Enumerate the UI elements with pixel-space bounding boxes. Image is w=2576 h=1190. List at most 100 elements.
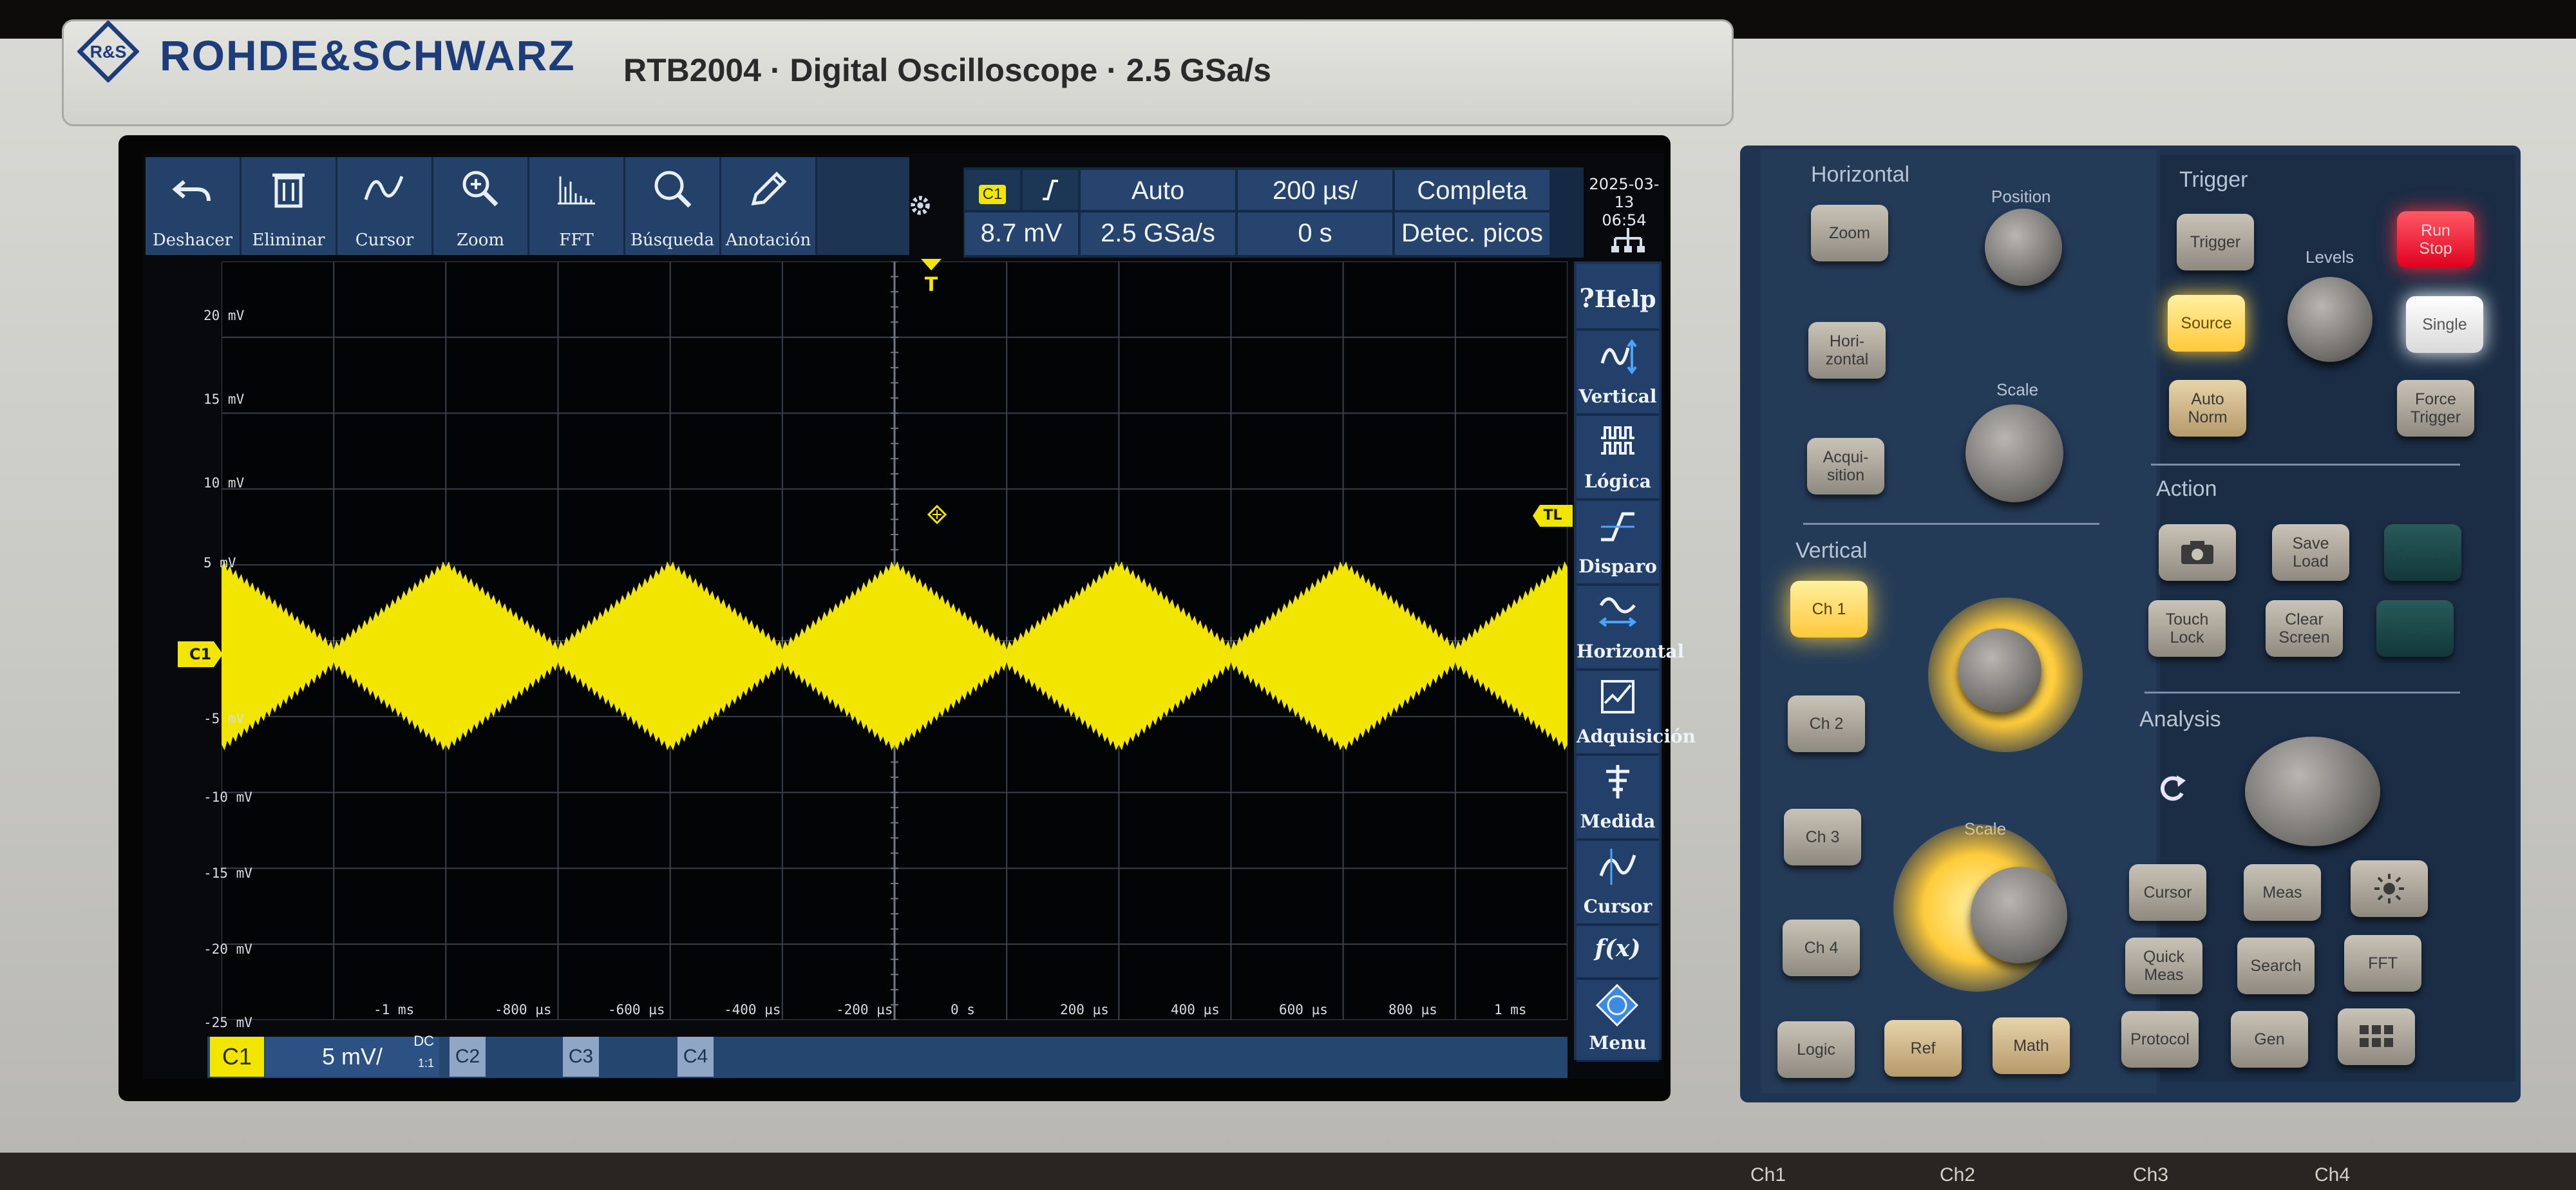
ref-hw-button[interactable]: Ref: [1884, 1020, 1962, 1077]
search-button[interactable]: Búsqueda: [625, 157, 721, 255]
annotation-button[interactable]: Anotación: [721, 157, 817, 255]
protocol-hw-button[interactable]: Protocol: [2121, 1011, 2199, 1068]
force-trigger-button[interactable]: Force Trigger: [2397, 380, 2474, 437]
trigger-hw-button[interactable]: Trigger: [2177, 214, 2254, 270]
source-button[interactable]: Source: [2168, 295, 2245, 352]
gear-icon[interactable]: [908, 193, 933, 218]
vertical-label: Vertical: [1578, 386, 1657, 407]
horizontal-menu-button[interactable]: Horizontal: [1577, 586, 1685, 670]
x-tick-label: 0 s: [951, 1002, 975, 1017]
x-tick-label: 400 µs: [1171, 1002, 1220, 1017]
auto-norm-button[interactable]: Auto Norm: [2169, 380, 2246, 437]
analysis-knob[interactable]: [2245, 737, 2380, 846]
horizontal-label: Horizontal: [1577, 641, 1685, 662]
pencil-icon: [751, 171, 787, 205]
y-tick-label: -5 mV: [204, 711, 245, 726]
fft-button[interactable]: FFT: [529, 157, 625, 255]
brand-name: ROHDE&SCHWARZ: [160, 32, 576, 79]
trigger-position-marker[interactable]: T: [920, 258, 943, 294]
vertical-scale-knob[interactable]: [1971, 867, 2067, 963]
logic-hw-button[interactable]: Logic: [1777, 1021, 1855, 1078]
acquisition-mode-value[interactable]: Completa: [1395, 170, 1549, 210]
measure-menu-button[interactable]: Medida: [1577, 756, 1659, 840]
trigger-menu-button[interactable]: Disparo: [1577, 501, 1659, 585]
refresh-icon[interactable]: [2155, 771, 2188, 805]
math-menu-button[interactable]: f(x): [1577, 926, 1659, 979]
ch2-button[interactable]: Ch 2: [1788, 695, 1865, 752]
logic-icon: [1601, 426, 1634, 455]
undo-label: Deshacer: [152, 231, 233, 250]
channel-1-coupling: DC: [413, 1033, 434, 1049]
gen-hw-button[interactable]: Gen: [2231, 1011, 2308, 1068]
timebase-value[interactable]: 200 µs/: [1238, 170, 1392, 210]
save-load-button[interactable]: Save Load: [2272, 524, 2349, 581]
status-panel: C1 8.7 mV Auto 2.5 GSa/s 200 µs/ 0 s Com…: [963, 167, 1584, 258]
x-tick-label: 200 µs: [1060, 1002, 1109, 1017]
zoom-hw-button[interactable]: Zoom: [1811, 205, 1888, 261]
logo-text: R&S: [90, 42, 127, 62]
fft-hw-button[interactable]: FFT: [2344, 935, 2421, 992]
channel-1-scale[interactable]: 5 mV/ DC 1:1: [265, 1033, 439, 1077]
math-hw-button[interactable]: Math: [1993, 1017, 2070, 1074]
horizontal-scale-knob[interactable]: [1965, 404, 2063, 502]
menu-label: Menu: [1589, 1032, 1647, 1053]
run-stop-button[interactable]: Run Stop: [2397, 211, 2474, 268]
ch1-button[interactable]: Ch 1: [1790, 581, 1868, 638]
zoom-button[interactable]: Zoom: [433, 157, 529, 255]
separator: [2145, 692, 2460, 694]
cursor-button[interactable]: Cursor: [337, 157, 433, 255]
undo-button[interactable]: Deshacer: [146, 157, 242, 255]
horizontal-icon: [1598, 597, 1637, 627]
logic-menu-button[interactable]: Lógica: [1577, 416, 1659, 500]
horizontal-position-knob[interactable]: [1985, 209, 2062, 286]
autoset-button[interactable]: Autoset: [2384, 524, 2461, 581]
trigger-source-cell[interactable]: C1: [965, 170, 1020, 210]
trigger-mode-value[interactable]: Auto: [1081, 170, 1235, 210]
acquisition-label: Adquisición: [1577, 726, 1696, 747]
time-offset-value[interactable]: 0 s: [1238, 212, 1392, 255]
menu-button[interactable]: Menu: [1577, 980, 1659, 1062]
trigger-level-knob[interactable]: [2287, 277, 2372, 362]
date-text: 2025-03-13: [1589, 175, 1660, 211]
help-button[interactable]: ?Help: [1577, 264, 1659, 330]
quick-meas-button[interactable]: Quick Meas: [2125, 938, 2202, 994]
y-tick-label: -20 mV: [204, 941, 252, 957]
vertical-menu-button[interactable]: Vertical: [1577, 331, 1659, 415]
y-tick-label: -10 mV: [204, 789, 252, 805]
cursor-label: Cursor: [1583, 896, 1653, 917]
acquisition-hw-button[interactable]: Acqui- sition: [1807, 438, 1884, 495]
clear-screen-button[interactable]: Clear Screen: [2266, 600, 2343, 657]
ch4-button[interactable]: Ch 4: [1783, 920, 1860, 976]
acquisition-menu-button[interactable]: Adquisición: [1577, 671, 1696, 755]
trigger-label: Disparo: [1578, 556, 1657, 577]
math-label: f(x): [1595, 935, 1641, 962]
channel-4-tab[interactable]: C4: [677, 1037, 714, 1077]
search-hw-button[interactable]: Search: [2237, 938, 2315, 994]
detect-mode-value[interactable]: Detec. picos: [1395, 212, 1549, 255]
trigger-crosshair-marker: [927, 505, 947, 524]
channel-1-tab[interactable]: C1: [210, 1037, 264, 1077]
apps-button[interactable]: [2338, 1008, 2415, 1065]
ch3-button[interactable]: Ch 3: [1784, 809, 1861, 865]
screenshot-button[interactable]: [2159, 524, 2236, 581]
brightness-button[interactable]: [2351, 860, 2428, 917]
camera-icon: [2181, 541, 2213, 564]
single-button[interactable]: Single: [2406, 296, 2483, 353]
horizontal-hw-button[interactable]: Hori- zontal: [1808, 322, 1886, 379]
separator: [2151, 464, 2460, 466]
search-icon: [654, 171, 692, 208]
trigger-slope-cell[interactable]: [1023, 170, 1078, 210]
channel-2-tab[interactable]: C2: [450, 1037, 486, 1077]
trigger-level-marker[interactable]: TL: [1533, 505, 1573, 527]
delete-button[interactable]: Eliminar: [242, 157, 337, 255]
trigger-level-value[interactable]: 8.7 mV: [965, 212, 1078, 255]
cursor-hw-button[interactable]: Cursor: [2129, 864, 2206, 921]
preset-button[interactable]: Preset: [2376, 600, 2454, 657]
ch1-offset-marker[interactable]: C1: [178, 641, 223, 667]
cursor-menu-button[interactable]: Cursor: [1577, 841, 1659, 925]
vertical-position-knob[interactable]: [1958, 628, 2041, 712]
meas-hw-button[interactable]: Meas: [2244, 864, 2321, 921]
touch-lock-button[interactable]: Touch Lock: [2148, 600, 2226, 657]
waveform-area[interactable]: [221, 261, 1568, 1021]
channel-3-tab[interactable]: C3: [563, 1037, 599, 1077]
